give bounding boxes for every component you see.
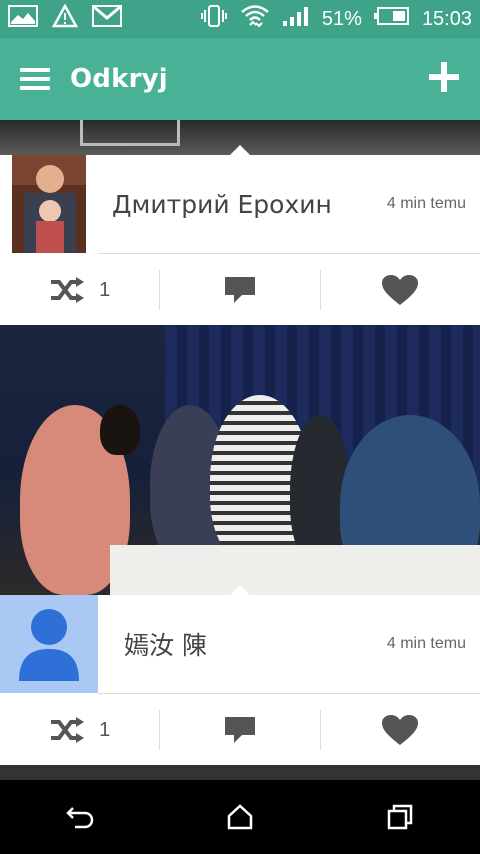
status-system: 51% 15:03 [200, 3, 472, 35]
app-bar: Odkryj [0, 38, 480, 120]
avatar[interactable] [12, 155, 86, 253]
reshare-button[interactable]: 1 [0, 710, 159, 750]
feed[interactable]: Дмитрий Ерохин 4 min temu 1 嫣汝 陳 4 min t… [0, 120, 480, 780]
post-actions: 1 [0, 254, 480, 326]
status-notifications [8, 3, 122, 34]
card-pointer [230, 585, 250, 595]
home-icon [227, 804, 253, 830]
comment-button[interactable] [159, 270, 319, 310]
post-card: Дмитрий Ерохин 4 min temu 1 [0, 145, 480, 326]
system-nav-bar [0, 780, 480, 854]
vibrate-icon [200, 4, 228, 34]
wifi-icon [240, 3, 270, 35]
status-bar: 51% 15:03 [0, 0, 480, 38]
photo-person [100, 405, 140, 455]
plus-icon [429, 62, 459, 92]
reshare-count: 1 [99, 718, 111, 741]
user-name[interactable]: 嫣汝 陳 [124, 626, 207, 662]
battery-icon [373, 6, 410, 32]
photo-detail [80, 120, 180, 146]
back-button[interactable] [50, 787, 110, 847]
page-title: Odkryj [70, 64, 168, 94]
post-time: 4 min temu [386, 635, 466, 652]
comment-icon [224, 717, 255, 743]
clock: 15:03 [421, 7, 472, 30]
gmail-icon [92, 5, 122, 33]
shuffle-icon [51, 717, 85, 743]
photo-table [110, 545, 480, 595]
comment-icon [224, 277, 255, 303]
back-icon [66, 807, 94, 829]
post-card: 嫣汝 陳 4 min temu 1 [0, 585, 480, 766]
post-actions: 1 [0, 694, 480, 766]
default-avatar-icon [19, 609, 79, 681]
card-pointer [230, 145, 250, 155]
heart-icon [382, 715, 419, 745]
like-button[interactable] [319, 710, 480, 750]
post-header[interactable]: 嫣汝 陳 4 min temu [0, 595, 480, 693]
heart-icon [382, 275, 419, 305]
post-header[interactable]: Дмитрий Ерохин 4 min temu [0, 155, 480, 253]
add-button[interactable] [428, 57, 460, 101]
battery-percent: 51% [321, 7, 362, 30]
reshare-button[interactable]: 1 [0, 270, 159, 310]
next-post-partial[interactable] [0, 765, 480, 780]
post-time: 4 min temu [386, 195, 466, 212]
home-button[interactable] [210, 787, 270, 847]
reshare-count: 1 [99, 278, 111, 301]
picture-icon [8, 5, 38, 33]
signal-icon [282, 5, 310, 33]
recents-icon [387, 804, 413, 830]
alert-icon [51, 3, 79, 34]
user-name[interactable]: Дмитрий Ерохин [112, 190, 332, 219]
recents-button[interactable] [370, 787, 430, 847]
like-button[interactable] [319, 270, 480, 310]
comment-button[interactable] [159, 710, 319, 750]
avatar[interactable] [0, 595, 98, 693]
post-photo[interactable] [0, 325, 480, 595]
hamburger-icon[interactable] [20, 68, 50, 90]
shuffle-icon [51, 277, 85, 303]
